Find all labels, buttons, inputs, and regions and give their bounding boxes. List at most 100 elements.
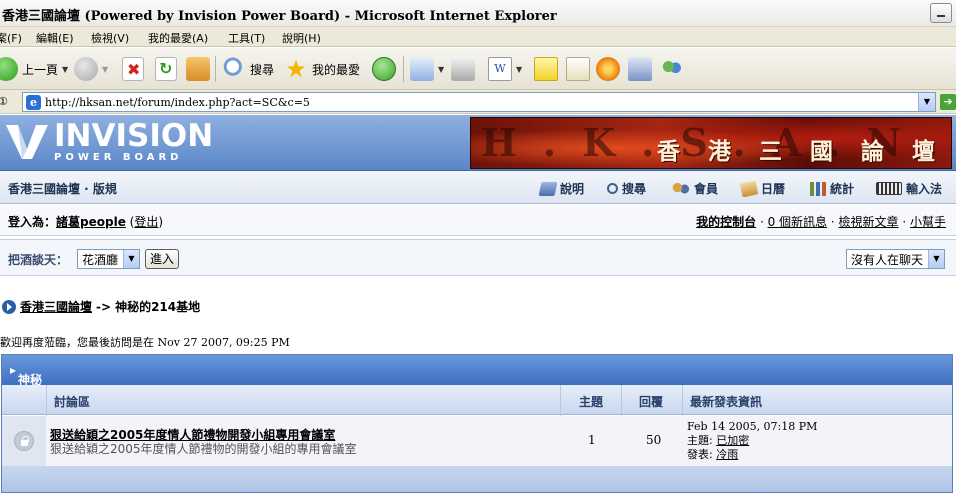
edit-dropdown-icon[interactable]: ▼ [516, 65, 522, 74]
mail-dropdown-icon[interactable]: ▼ [438, 65, 444, 74]
breadcrumb-arrow-icon [2, 299, 16, 314]
address-input[interactable]: e http://hksan.net/forum/index.php?act=S… [22, 92, 936, 112]
menu-favorites[interactable]: 我的最愛(A) [148, 30, 208, 46]
forward-dropdown-icon[interactable]: ▼ [102, 65, 108, 74]
address-bar: ① e http://hksan.net/forum/index.php?act… [0, 90, 956, 114]
print-button[interactable] [451, 55, 475, 83]
banner-site-title: 香港三國論壇 [657, 138, 952, 165]
address-dropdown-icon[interactable]: ▼ [918, 93, 935, 111]
column-headers: 討論區 主題 回覆 最新發表資訊 [2, 385, 952, 415]
back-button[interactable]: 上一頁 ▼ [0, 55, 68, 83]
breadcrumb: 香港三國論壇 -> 神秘的214基地 [2, 298, 200, 315]
forum-topic-count: 1 [588, 433, 596, 447]
messenger-icon [660, 57, 684, 81]
forward-arrow-icon [74, 57, 98, 81]
menu-edit[interactable]: 編輯(E) [36, 30, 74, 46]
user-bar: 登入為：諸葛people (登出) 我的控制台 · 0 個新訊息 · 檢視新文章… [0, 205, 956, 236]
chat-status-select[interactable]: 沒有人在聊天 ▼ [846, 249, 945, 269]
control-panel-link[interactable]: 我的控制台 [696, 215, 756, 229]
toolbar-separator [215, 56, 216, 82]
welcome-message: 歡迎再度蒞臨，您最後訪問是在 Nov 27 2007, 09:25 PM [0, 336, 290, 349]
nav-calendar-link[interactable]: 日曆 [739, 179, 785, 198]
ie-page-icon: e [26, 94, 41, 110]
menu-file[interactable]: 案(F) [0, 30, 22, 46]
nav-input-method-link[interactable]: 輸入法 [876, 180, 942, 197]
search-button[interactable]: 搜尋 [222, 55, 274, 83]
blog-icon [628, 57, 652, 81]
category-title[interactable]: ▸ 神秘的214基地 [10, 363, 43, 435]
menu-bar: 案(F) 編輯(E) 檢視(V) 我的最愛(A) 工具(T) 說明(H) [0, 27, 956, 47]
stop-button[interactable]: ✖ [122, 55, 144, 83]
research-icon [566, 57, 590, 81]
enter-chat-button[interactable]: 進入 [145, 249, 179, 269]
address-label: ① [0, 95, 8, 108]
menu-help[interactable]: 說明(H) [282, 30, 321, 46]
refresh-icon: ↻ [155, 57, 177, 81]
forum-last-post: Feb 14 2005, 07:18 PM 主題: 已加密 發表: 冷雨 [687, 420, 818, 461]
new-messages-link[interactable]: 0 個新訊息 [768, 215, 827, 229]
login-status: 登入為：諸葛people (登出) [8, 215, 164, 229]
search-icon [222, 57, 246, 81]
board-crumb-link[interactable]: 香港三國論壇 · 版規 [8, 180, 117, 197]
toolbar-separator [403, 56, 404, 82]
nav-search-link[interactable]: 搜尋 [607, 180, 646, 197]
history-button[interactable] [372, 55, 396, 83]
last-post-date: Feb 14 2005, 07:18 PM [687, 420, 818, 433]
invision-logo[interactable]: INVISION POWER BOARD [6, 121, 213, 165]
discuss-button[interactable] [534, 55, 558, 83]
forward-button[interactable]: ▼ [74, 55, 108, 83]
note-icon [534, 57, 558, 81]
col-last-post: 最新發表資訊 [690, 395, 763, 409]
logout-link[interactable]: 登出 [134, 215, 158, 229]
history-icon [372, 57, 396, 81]
magnifier-icon [607, 183, 618, 194]
nav-help-link[interactable]: 說明 [538, 180, 584, 197]
minimize-button[interactable] [930, 3, 952, 23]
chat-label: 把酒談天： [8, 253, 69, 267]
site-banner-image[interactable]: H.K.S.A.N. 香港三國論壇 [470, 117, 952, 169]
logo-main-text: INVISION [54, 118, 214, 154]
go-arrow-icon[interactable]: ➔ [940, 94, 956, 110]
back-dropdown-icon[interactable]: ▼ [62, 65, 68, 74]
helper-link[interactable]: 小幫手 [910, 215, 946, 229]
category-table: ▸ 神秘的214基地 討論區 主題 回覆 最新發表資訊 狠送給穎之2005年度情… [1, 354, 953, 493]
col-replies: 回覆 [639, 395, 664, 409]
window-title: 香港三國論壇 (Powered by Invision Power Board)… [2, 9, 557, 24]
window-title-bar: 香港三國論壇 (Powered by Invision Power Board)… [0, 0, 956, 27]
media-button[interactable] [596, 55, 620, 83]
login-as-label: 登入為： [8, 215, 57, 229]
refresh-button[interactable]: ↻ [155, 55, 177, 83]
mail-button[interactable]: ▼ [410, 55, 444, 83]
breadcrumb-home-link[interactable]: 香港三國論壇 [20, 298, 92, 315]
category-header: ▸ 神秘的214基地 [2, 355, 952, 435]
last-poster-link[interactable]: 冷雨 [716, 448, 738, 461]
invision-v-logo-icon [6, 125, 48, 159]
favorites-button[interactable]: ★ 我的最愛 [284, 55, 360, 83]
research-button[interactable] [566, 55, 590, 83]
last-post-topic-link[interactable]: 已加密 [716, 434, 749, 447]
forum-row: 狠送給穎之2005年度情人節禮物開發小組專用會議室 狠送給穎之2005年度情人節… [2, 416, 952, 466]
menu-tools[interactable]: 工具(T) [228, 30, 265, 46]
home-icon [186, 57, 210, 81]
members-icon [672, 181, 690, 196]
category-footer [2, 466, 952, 492]
back-arrow-icon [0, 57, 18, 81]
nav-members-link[interactable]: 會員 [672, 180, 718, 197]
blog-button[interactable] [628, 55, 652, 83]
view-new-posts-link[interactable]: 檢視新文章 [839, 215, 899, 229]
chevron-down-icon: ▼ [123, 250, 139, 268]
menu-view[interactable]: 檢視(V) [91, 30, 129, 46]
printer-icon [451, 57, 475, 81]
keyboard-icon [876, 182, 902, 195]
user-links: 我的控制台 · 0 個新訊息 · 檢視新文章 · 小幫手 [696, 215, 946, 229]
edit-button[interactable]: W ▼ [488, 55, 522, 83]
mail-icon [410, 57, 434, 81]
bar-chart-icon [810, 181, 826, 196]
chat-room-select[interactable]: 花酒廳 ▼ [77, 249, 140, 269]
home-button[interactable] [186, 55, 210, 83]
nav-stats-link[interactable]: 統計 [810, 180, 854, 197]
col-topics: 主題 [579, 395, 604, 409]
username-link[interactable]: 諸葛people [56, 215, 126, 229]
messenger-button[interactable] [660, 55, 684, 83]
media-icon [596, 57, 620, 81]
